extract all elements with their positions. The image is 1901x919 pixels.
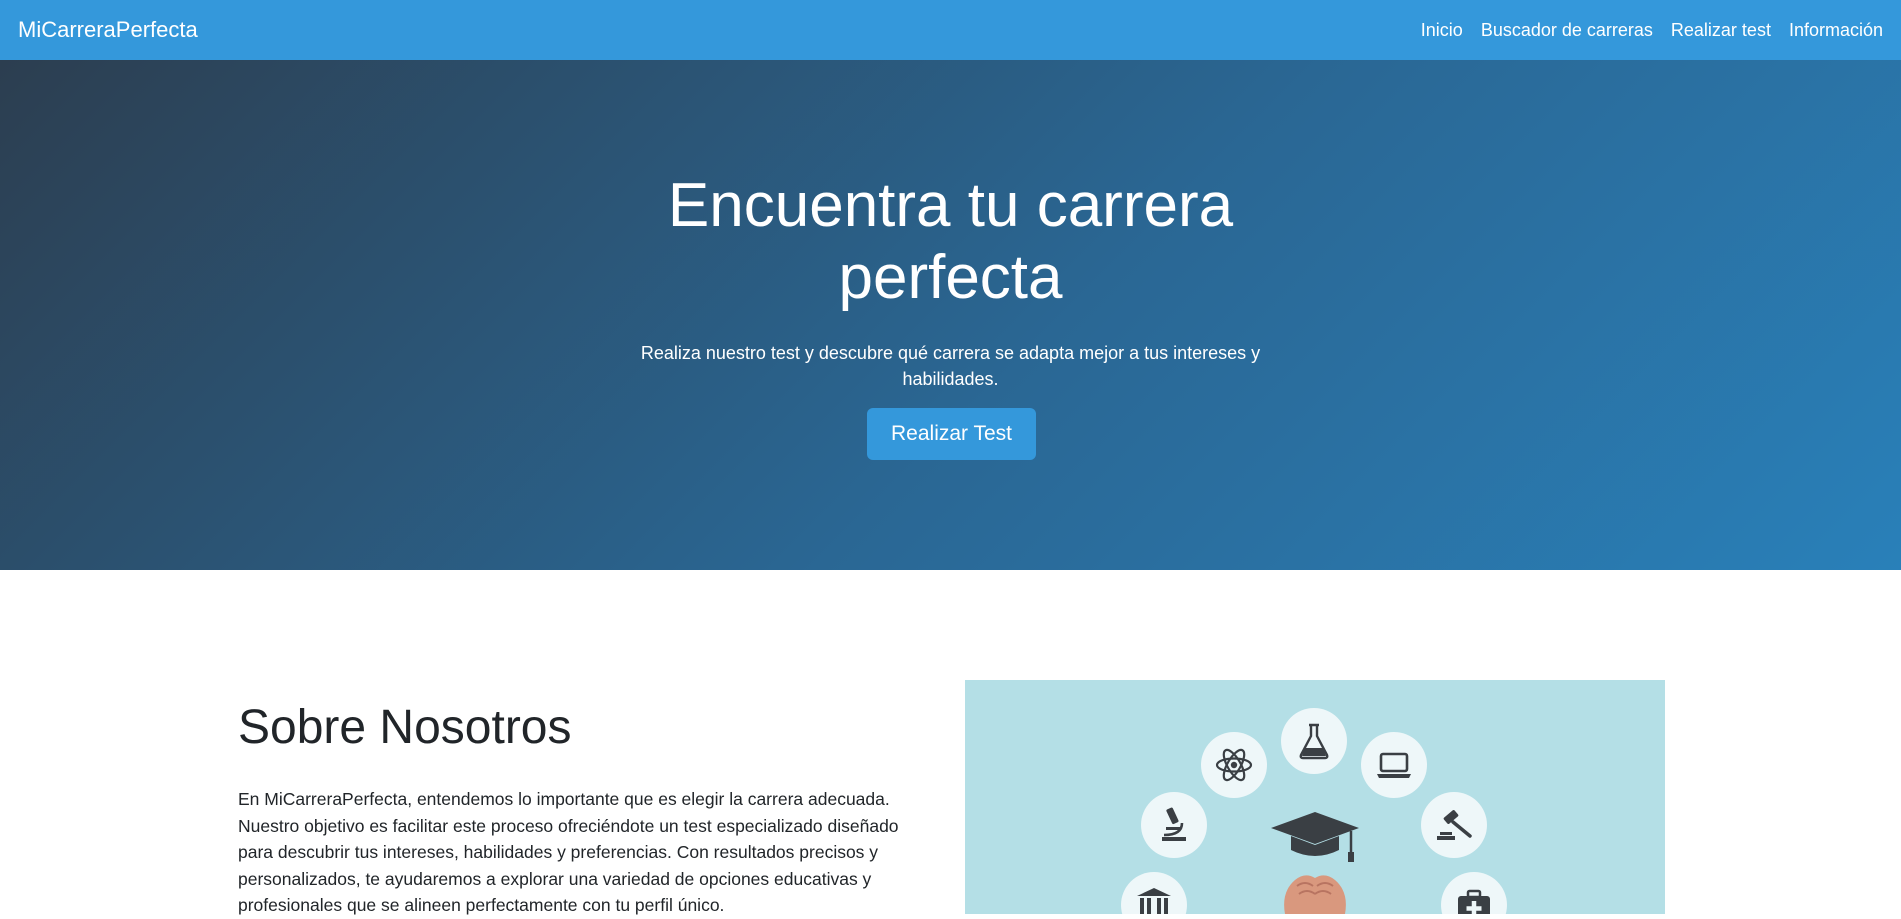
careers-illustration xyxy=(965,680,1665,914)
nav-link-buscador[interactable]: Buscador de carreras xyxy=(1481,20,1653,41)
about-text: En MiCarreraPerfecta, entendemos lo impo… xyxy=(238,789,899,915)
medical-kit-icon xyxy=(1441,872,1507,914)
bank-icon xyxy=(1121,872,1187,914)
atom-icon xyxy=(1201,732,1267,798)
realizar-test-button[interactable]: Realizar Test xyxy=(867,408,1036,460)
nav-link-realizar-test[interactable]: Realizar test xyxy=(1671,20,1771,41)
about-title: Sobre Nosotros xyxy=(238,701,572,754)
nav-link-informacion[interactable]: Información xyxy=(1789,20,1883,41)
hands-icon xyxy=(1273,866,1357,914)
microscope-icon xyxy=(1141,792,1207,858)
laptop-icon xyxy=(1361,732,1427,798)
flask-icon xyxy=(1281,708,1347,774)
hero-title: Encuentra tu carrera perfecta xyxy=(667,171,1234,312)
hero-subtitle: Realiza nuestro test y descubre qué carr… xyxy=(640,343,1261,389)
navbar: MiCarreraPerfecta Inicio Buscador de car… xyxy=(0,0,1901,60)
nav-links: Inicio Buscador de carreras Realizar tes… xyxy=(1421,20,1883,41)
graduation-cap-icon xyxy=(1269,810,1361,866)
brand-link[interactable]: MiCarreraPerfecta xyxy=(18,17,198,43)
nav-link-inicio[interactable]: Inicio xyxy=(1421,20,1463,41)
gavel-icon xyxy=(1421,792,1487,858)
hero-section: Encuentra tu carrera perfecta Realiza nu… xyxy=(0,60,1901,570)
